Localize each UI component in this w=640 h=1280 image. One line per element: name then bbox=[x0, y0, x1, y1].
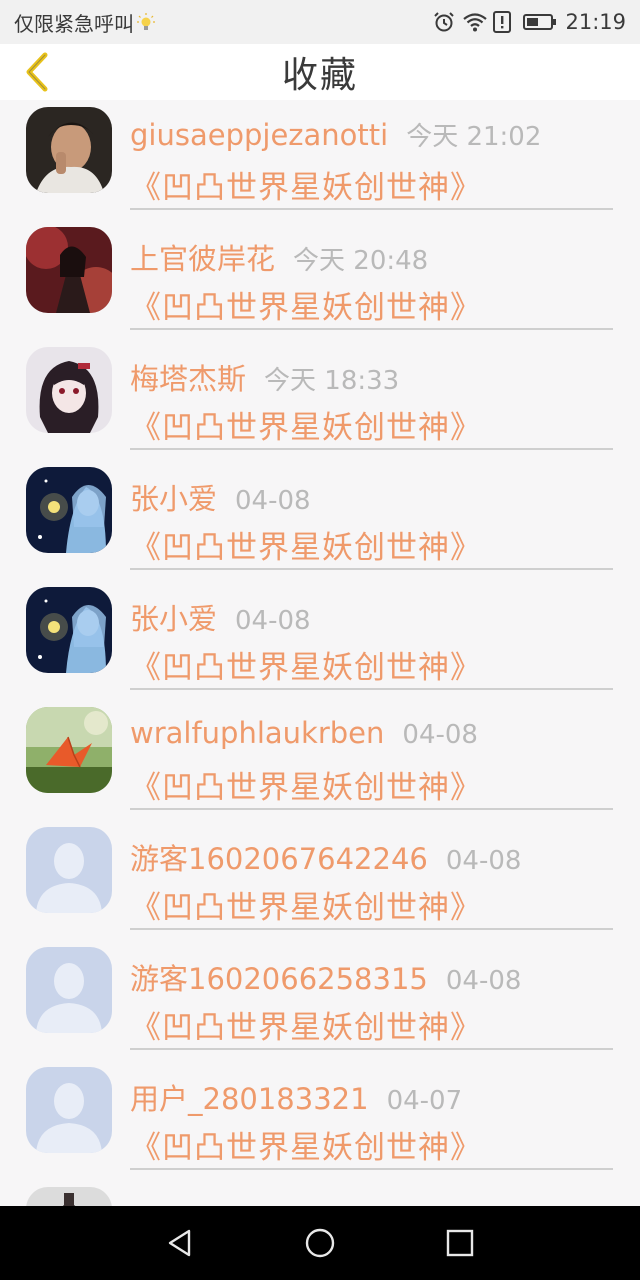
back-button[interactable] bbox=[14, 50, 58, 94]
timestamp: 04-08 bbox=[445, 966, 522, 996]
recents-square-icon[interactable] bbox=[440, 1223, 480, 1263]
username[interactable]: giusaeppjezanotti bbox=[130, 118, 388, 152]
book-title[interactable]: 《凹凸世界星妖创世神》 bbox=[130, 642, 482, 687]
system-nav-bar bbox=[0, 1206, 640, 1280]
battery-icon bbox=[523, 11, 557, 33]
username[interactable]: 游客1602067642246 bbox=[130, 836, 428, 878]
wifi-icon bbox=[463, 11, 488, 33]
book-title[interactable]: 《凹凸世界星妖创世神》 bbox=[130, 882, 482, 927]
favorite-item-partial[interactable] bbox=[0, 1180, 640, 1206]
alarm-icon bbox=[433, 11, 455, 33]
favorite-item[interactable]: 上官彼岸花 今天 20:48 《凹凸世界星妖创世神》 bbox=[0, 220, 640, 340]
avatar[interactable] bbox=[26, 107, 112, 193]
timestamp: 今天 20:48 bbox=[293, 246, 429, 276]
username[interactable]: 游客1602066258315 bbox=[130, 956, 428, 998]
avatar[interactable] bbox=[26, 707, 112, 793]
avatar[interactable] bbox=[26, 587, 112, 673]
timestamp: 04-08 bbox=[235, 606, 311, 636]
book-title[interactable]: 《凹凸世界星妖创世神》 bbox=[130, 522, 482, 567]
book-title[interactable]: 《凹凸世界星妖创世神》 bbox=[130, 1002, 482, 1047]
timestamp: 04-08 bbox=[445, 846, 522, 876]
default-avatar-icon[interactable] bbox=[26, 1067, 112, 1153]
page-title: 收藏 bbox=[281, 55, 358, 96]
timestamp: 04-08 bbox=[402, 720, 478, 750]
avatar[interactable] bbox=[26, 227, 112, 313]
favorite-item[interactable]: 张小爱 04-08 《凹凸世界星妖创世神》 bbox=[0, 460, 640, 580]
book-title[interactable]: 《凹凸世界星妖创世神》 bbox=[130, 762, 482, 807]
avatar[interactable] bbox=[26, 347, 112, 433]
home-circle-icon[interactable] bbox=[300, 1223, 340, 1263]
username[interactable]: 用户_280183321 bbox=[130, 1076, 369, 1118]
timestamp: 今天 21:02 bbox=[406, 122, 542, 152]
timestamp: 04-07 bbox=[386, 1086, 463, 1116]
favorites-list: giusaeppjezanotti 今天 21:02 《凹凸世界星妖创世神》 上… bbox=[0, 100, 640, 1206]
default-avatar-icon[interactable] bbox=[26, 827, 112, 913]
app-header: 收藏 bbox=[0, 44, 640, 100]
favorite-item[interactable]: wralfuphlaukrben 04-08 《凹凸世界星妖创世神》 bbox=[0, 700, 640, 820]
username[interactable]: 上官彼岸花 bbox=[130, 236, 275, 278]
chevron-left-icon bbox=[26, 52, 48, 92]
book-title[interactable]: 《凹凸世界星妖创世神》 bbox=[130, 1122, 482, 1167]
avatar[interactable] bbox=[26, 467, 112, 553]
favorite-item[interactable]: 游客1602066258315 04-08 《凹凸世界星妖创世神》 bbox=[0, 940, 640, 1060]
username[interactable]: 张小爱 bbox=[130, 596, 217, 638]
clock-time: 21:19 bbox=[565, 10, 626, 34]
status-bar: 仅限紧急呼叫 21:19 bbox=[0, 0, 640, 44]
default-avatar-icon[interactable] bbox=[26, 947, 112, 1033]
warning-icon bbox=[493, 11, 515, 33]
book-title[interactable]: 《凹凸世界星妖创世神》 bbox=[130, 162, 482, 207]
favorite-item[interactable]: 游客1602067642246 04-08 《凹凸世界星妖创世神》 bbox=[0, 820, 640, 940]
favorite-item[interactable]: 张小爱 04-08 《凹凸世界星妖创世神》 bbox=[0, 580, 640, 700]
lightbulb-icon bbox=[136, 12, 156, 32]
book-title[interactable]: 《凹凸世界星妖创世神》 bbox=[130, 402, 482, 447]
favorite-item[interactable]: giusaeppjezanotti 今天 21:02 《凹凸世界星妖创世神》 bbox=[0, 100, 640, 220]
carrier-status-text: 仅限紧急呼叫 bbox=[14, 11, 134, 36]
favorite-item[interactable]: 梅塔杰斯 今天 18:33 《凹凸世界星妖创世神》 bbox=[0, 340, 640, 460]
favorite-item[interactable]: 用户_280183321 04-07 《凹凸世界星妖创世神》 bbox=[0, 1060, 640, 1180]
timestamp: 04-08 bbox=[235, 486, 311, 516]
username[interactable]: 梅塔杰斯 bbox=[130, 356, 246, 398]
username[interactable]: wralfuphlaukrben bbox=[130, 716, 384, 750]
username[interactable]: 张小爱 bbox=[130, 476, 217, 518]
timestamp: 今天 18:33 bbox=[264, 366, 400, 396]
book-title[interactable]: 《凹凸世界星妖创世神》 bbox=[130, 282, 482, 327]
back-triangle-icon[interactable] bbox=[160, 1223, 200, 1263]
avatar[interactable] bbox=[26, 1187, 112, 1206]
